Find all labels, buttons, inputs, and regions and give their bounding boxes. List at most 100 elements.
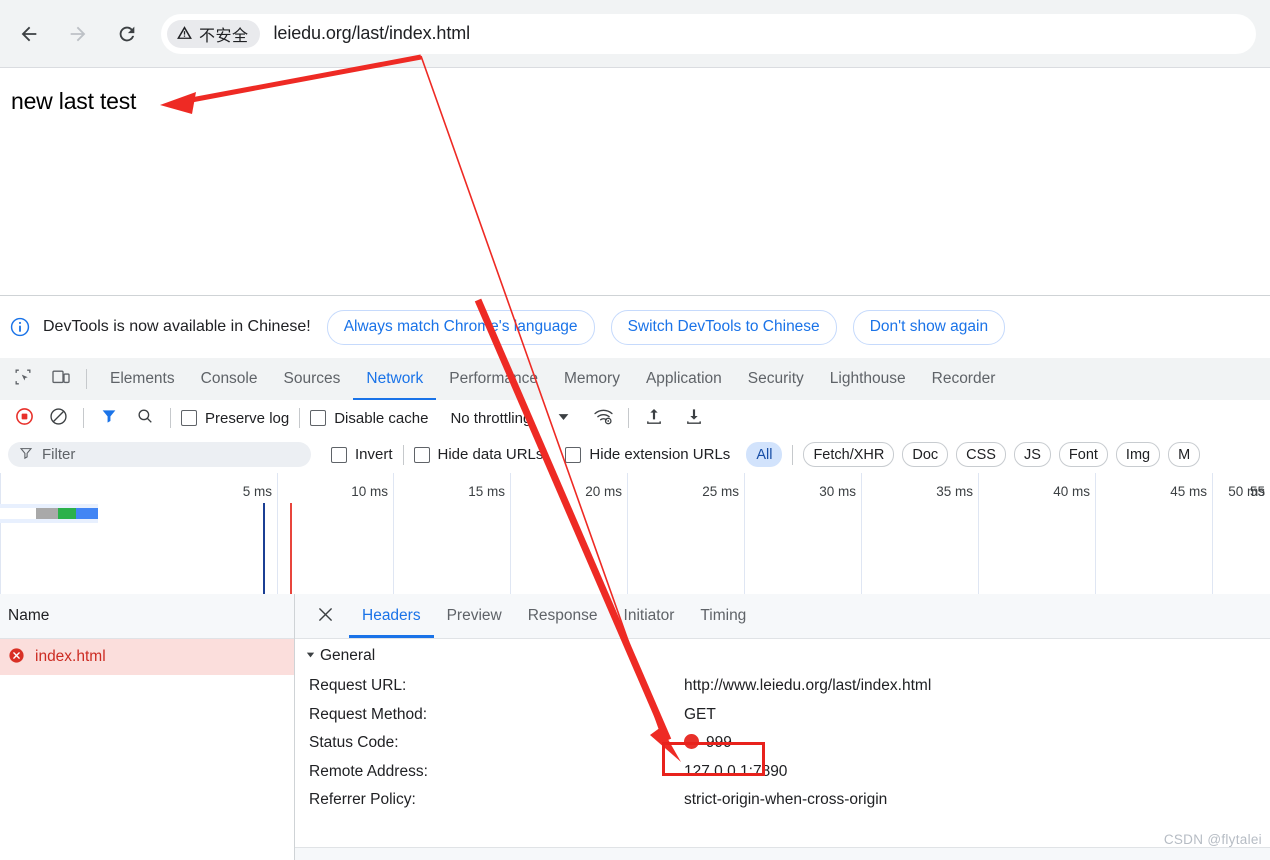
toggle-filter-button[interactable] [94,403,124,433]
tab-application[interactable]: Application [633,358,735,400]
reload-button[interactable] [107,14,147,54]
throttling-dropdown[interactable]: No throttling [450,410,570,427]
tab-memory[interactable]: Memory [551,358,633,400]
filter-placeholder: Filter [42,446,76,463]
invert-checkbox[interactable]: Invert [331,446,393,463]
import-har-button[interactable] [639,403,669,433]
checkbox-box [413,446,430,463]
tick-label: 35 ms [936,484,973,499]
address-bar[interactable]: 不安全 leiedu.org/last/index.html [161,13,1256,54]
always-match-chrome-language-button[interactable]: Always match Chrome's language [326,309,595,345]
type-chip-css[interactable]: CSS [956,442,1006,467]
switch-devtools-to-chinese-button[interactable]: Switch DevTools to Chinese [610,309,837,345]
security-status-chip[interactable]: 不安全 [167,19,260,48]
search-button[interactable] [130,403,160,433]
type-chip-all[interactable]: All [746,442,783,467]
timeline-tick: 40 ms [978,473,1096,594]
column-header-name[interactable]: Name [0,594,294,639]
general-section-header[interactable]: General [295,639,1270,672]
network-overview-timeline[interactable]: 5 ms 10 ms 15 ms 20 ms 25 ms 30 ms 35 ms… [0,473,1270,595]
waterfall-segment-download [76,508,98,519]
record-stop-icon [15,407,34,430]
toggle-device-toolbar-button[interactable] [46,364,76,394]
header-key: Request Method: [309,705,428,723]
tab-console[interactable]: Console [188,358,271,400]
header-key: Remote Address: [309,762,428,780]
tab-sources[interactable]: Sources [271,358,354,400]
table-row[interactable]: index.html [0,639,294,675]
toolbar-divider [83,408,84,428]
status-code-highlight-box [662,742,765,776]
hide-extension-urls-label: Hide extension URLs [589,446,731,463]
type-chip-media[interactable]: M [1168,442,1201,467]
disable-cache-checkbox[interactable]: Disable cache [310,410,428,427]
tab-network[interactable]: Network [353,358,436,400]
detail-tab-initiator[interactable]: Initiator [611,594,688,638]
timeline-tick: 30 ms [744,473,862,594]
header-value: GET [684,705,716,723]
load-event-marker [290,503,292,594]
url-text[interactable]: leiedu.org/last/index.html [274,23,471,44]
toolbar-divider [402,444,404,465]
timeline-tick: 20 ms [510,473,628,594]
page-viewport: new last test [0,68,1270,295]
timeline-tick: 10 ms [277,473,394,594]
request-name: index.html [35,648,106,665]
forward-button[interactable] [58,14,98,54]
type-chip-doc[interactable]: Doc [902,442,949,467]
tab-elements[interactable]: Elements [97,358,188,400]
detail-tab-preview[interactable]: Preview [434,594,515,638]
type-chip-font[interactable]: Font [1058,442,1108,467]
timeline-tick: 5 ms [0,473,278,594]
waterfall-segment-waiting [58,508,76,519]
tick-label: 25 ms [702,484,739,499]
preserve-log-checkbox[interactable]: Preserve log [181,410,289,427]
tab-security[interactable]: Security [735,358,817,400]
tab-lighthouse[interactable]: Lighthouse [817,358,919,400]
hide-extension-urls-checkbox[interactable]: Hide extension URLs [565,446,730,463]
tab-performance[interactable]: Performance [436,358,551,400]
page-heading: new last test [11,88,137,114]
header-row-remote-address: Remote Address: 127.0.0.1:7890 [295,758,1270,787]
waterfall-segment-stalled [36,508,58,519]
checkbox-box [565,446,582,463]
toolbar-divider [299,408,301,428]
dont-show-again-button[interactable]: Don't show again [852,309,1006,345]
export-har-button[interactable] [679,403,709,433]
network-conditions-button[interactable] [588,403,618,433]
type-chip-fetch-xhr[interactable]: Fetch/XHR [803,442,895,467]
wifi-settings-icon [593,406,614,431]
reload-icon [116,23,138,45]
watermark: CSDN @flytalei [1163,832,1262,847]
detail-tab-response[interactable]: Response [515,594,611,638]
checkbox-box [181,410,197,426]
detail-tab-timing[interactable]: Timing [687,594,759,638]
type-chip-img[interactable]: Img [1115,442,1161,467]
filter-funnel-icon [100,407,118,429]
hide-data-urls-checkbox[interactable]: Hide data URLs [413,446,544,463]
dom-content-loaded-marker [263,503,265,594]
detail-tab-headers[interactable]: Headers [349,594,434,638]
tick-label: 30 ms [819,484,856,499]
hide-data-urls-label: Hide data URLs [437,446,544,463]
checkbox-box [331,446,347,463]
toolbar-divider [792,444,794,465]
network-filter-bar: Filter Invert Hide data URLs Hide extens… [0,436,1270,474]
back-button[interactable] [9,14,49,54]
info-circle-icon [9,316,31,338]
header-key: Status Code: [309,734,399,752]
type-chip-js[interactable]: JS [1013,442,1051,467]
disable-cache-label: Disable cache [334,409,429,427]
tab-recorder[interactable]: Recorder [919,358,1009,400]
clear-no-entry-icon [49,407,68,430]
timeline-tick: 25 ms [627,473,745,594]
throttling-value: No throttling [450,409,532,427]
request-detail-pane: Headers Preview Response Initiator Timin… [295,594,1270,860]
inspect-element-button[interactable] [8,364,38,394]
filter-input[interactable]: Filter [8,442,311,467]
clear-requests-button[interactable] [43,403,73,433]
close-detail-button[interactable] [309,600,341,632]
record-button[interactable] [9,403,39,433]
network-toolbar: Preserve log Disable cache No throttling [0,400,1270,437]
language-banner: DevTools is now available in Chinese! Al… [0,296,1270,359]
